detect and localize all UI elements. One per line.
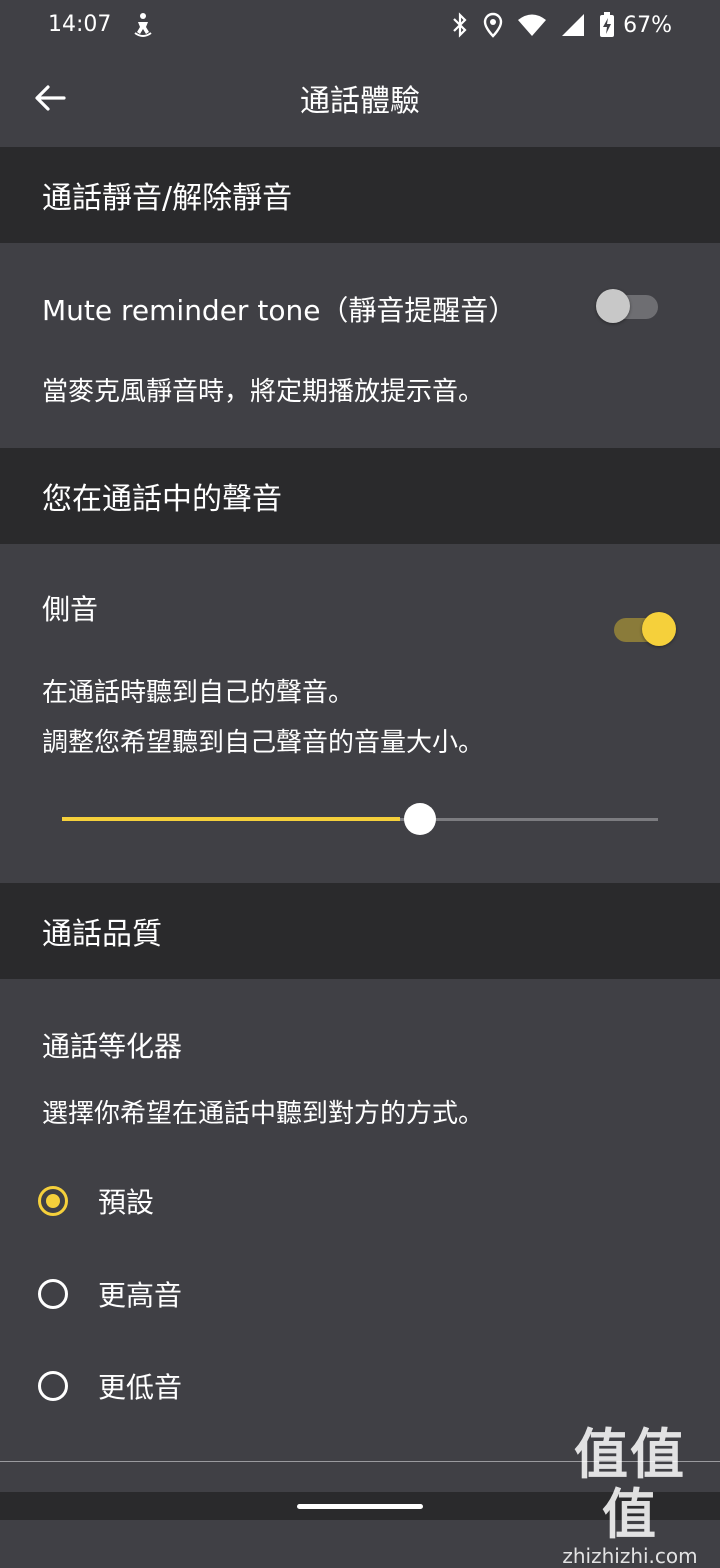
equalizer-option-default[interactable]: 預設: [0, 1165, 720, 1237]
accessibility-icon: [132, 12, 154, 38]
mute-reminder-panel: Mute reminder tone（靜音提醒音） 當麥克風靜音時，將定期播放提…: [0, 243, 720, 447]
app-bar: 通話體驗: [0, 52, 720, 146]
equalizer-title: 通話等化器: [42, 1030, 183, 1063]
slider-fill: [62, 817, 400, 821]
equalizer-option-bass[interactable]: 更低音: [0, 1350, 720, 1422]
sidetone-description-line1: 在通話時聽到自己的聲音。: [42, 678, 355, 708]
battery-percent: 67%: [623, 12, 672, 38]
cell-signal-icon: [562, 14, 585, 36]
toggle-thumb: [596, 289, 630, 323]
mute-reminder-title: Mute reminder tone（靜音提醒音）: [42, 294, 517, 327]
watermark: 值值值 zhizhizhi.com: [550, 1423, 710, 1568]
section-title: 通話品質: [42, 917, 162, 952]
radio-button[interactable]: [38, 1279, 68, 1309]
wifi-icon: [518, 14, 547, 36]
status-bar: 14:07 67%: [0, 0, 720, 52]
watermark-url: zhizhizhi.com: [562, 1544, 698, 1568]
radio-button[interactable]: [38, 1371, 68, 1401]
section-title: 您在通話中的聲音: [42, 482, 282, 517]
sidetone-title: 側音: [42, 593, 99, 626]
bluetooth-icon: [453, 12, 467, 38]
sidetone-description-line2: 調整您希望聽到自己聲音的音量大小。: [42, 728, 485, 758]
status-icons: 67%: [451, 10, 672, 40]
equalizer-description: 選擇你希望在通話中聽到對方的方式。: [42, 1099, 485, 1129]
section-header-mute: 通話靜音/解除靜音: [0, 147, 720, 243]
option-label: 預設: [98, 1186, 155, 1219]
section-title: 通話靜音/解除靜音: [42, 181, 293, 216]
section-header-quality: 通話品質: [0, 883, 720, 979]
option-label: 更低音: [98, 1371, 183, 1404]
home-indicator[interactable]: [297, 1504, 423, 1509]
sidetone-toggle[interactable]: [608, 609, 678, 649]
slider-thumb[interactable]: [404, 803, 436, 835]
radio-button-checked[interactable]: [38, 1186, 68, 1216]
battery-charging-icon: [600, 12, 615, 37]
mute-reminder-toggle[interactable]: [596, 286, 666, 326]
toggle-thumb: [642, 612, 676, 646]
equalizer-option-treble[interactable]: 更高音: [0, 1258, 720, 1330]
mute-reminder-description: 當麥克風靜音時，將定期播放提示音。: [42, 377, 485, 407]
watermark-logo-text: 值值值: [574, 1423, 686, 1546]
option-label: 更高音: [98, 1279, 183, 1312]
page-title: 通話體驗: [300, 84, 420, 119]
location-icon: [483, 12, 503, 38]
sidetone-volume-slider[interactable]: [62, 803, 658, 837]
status-time: 14:07: [48, 12, 112, 37]
section-header-voice: 您在通話中的聲音: [0, 448, 720, 544]
